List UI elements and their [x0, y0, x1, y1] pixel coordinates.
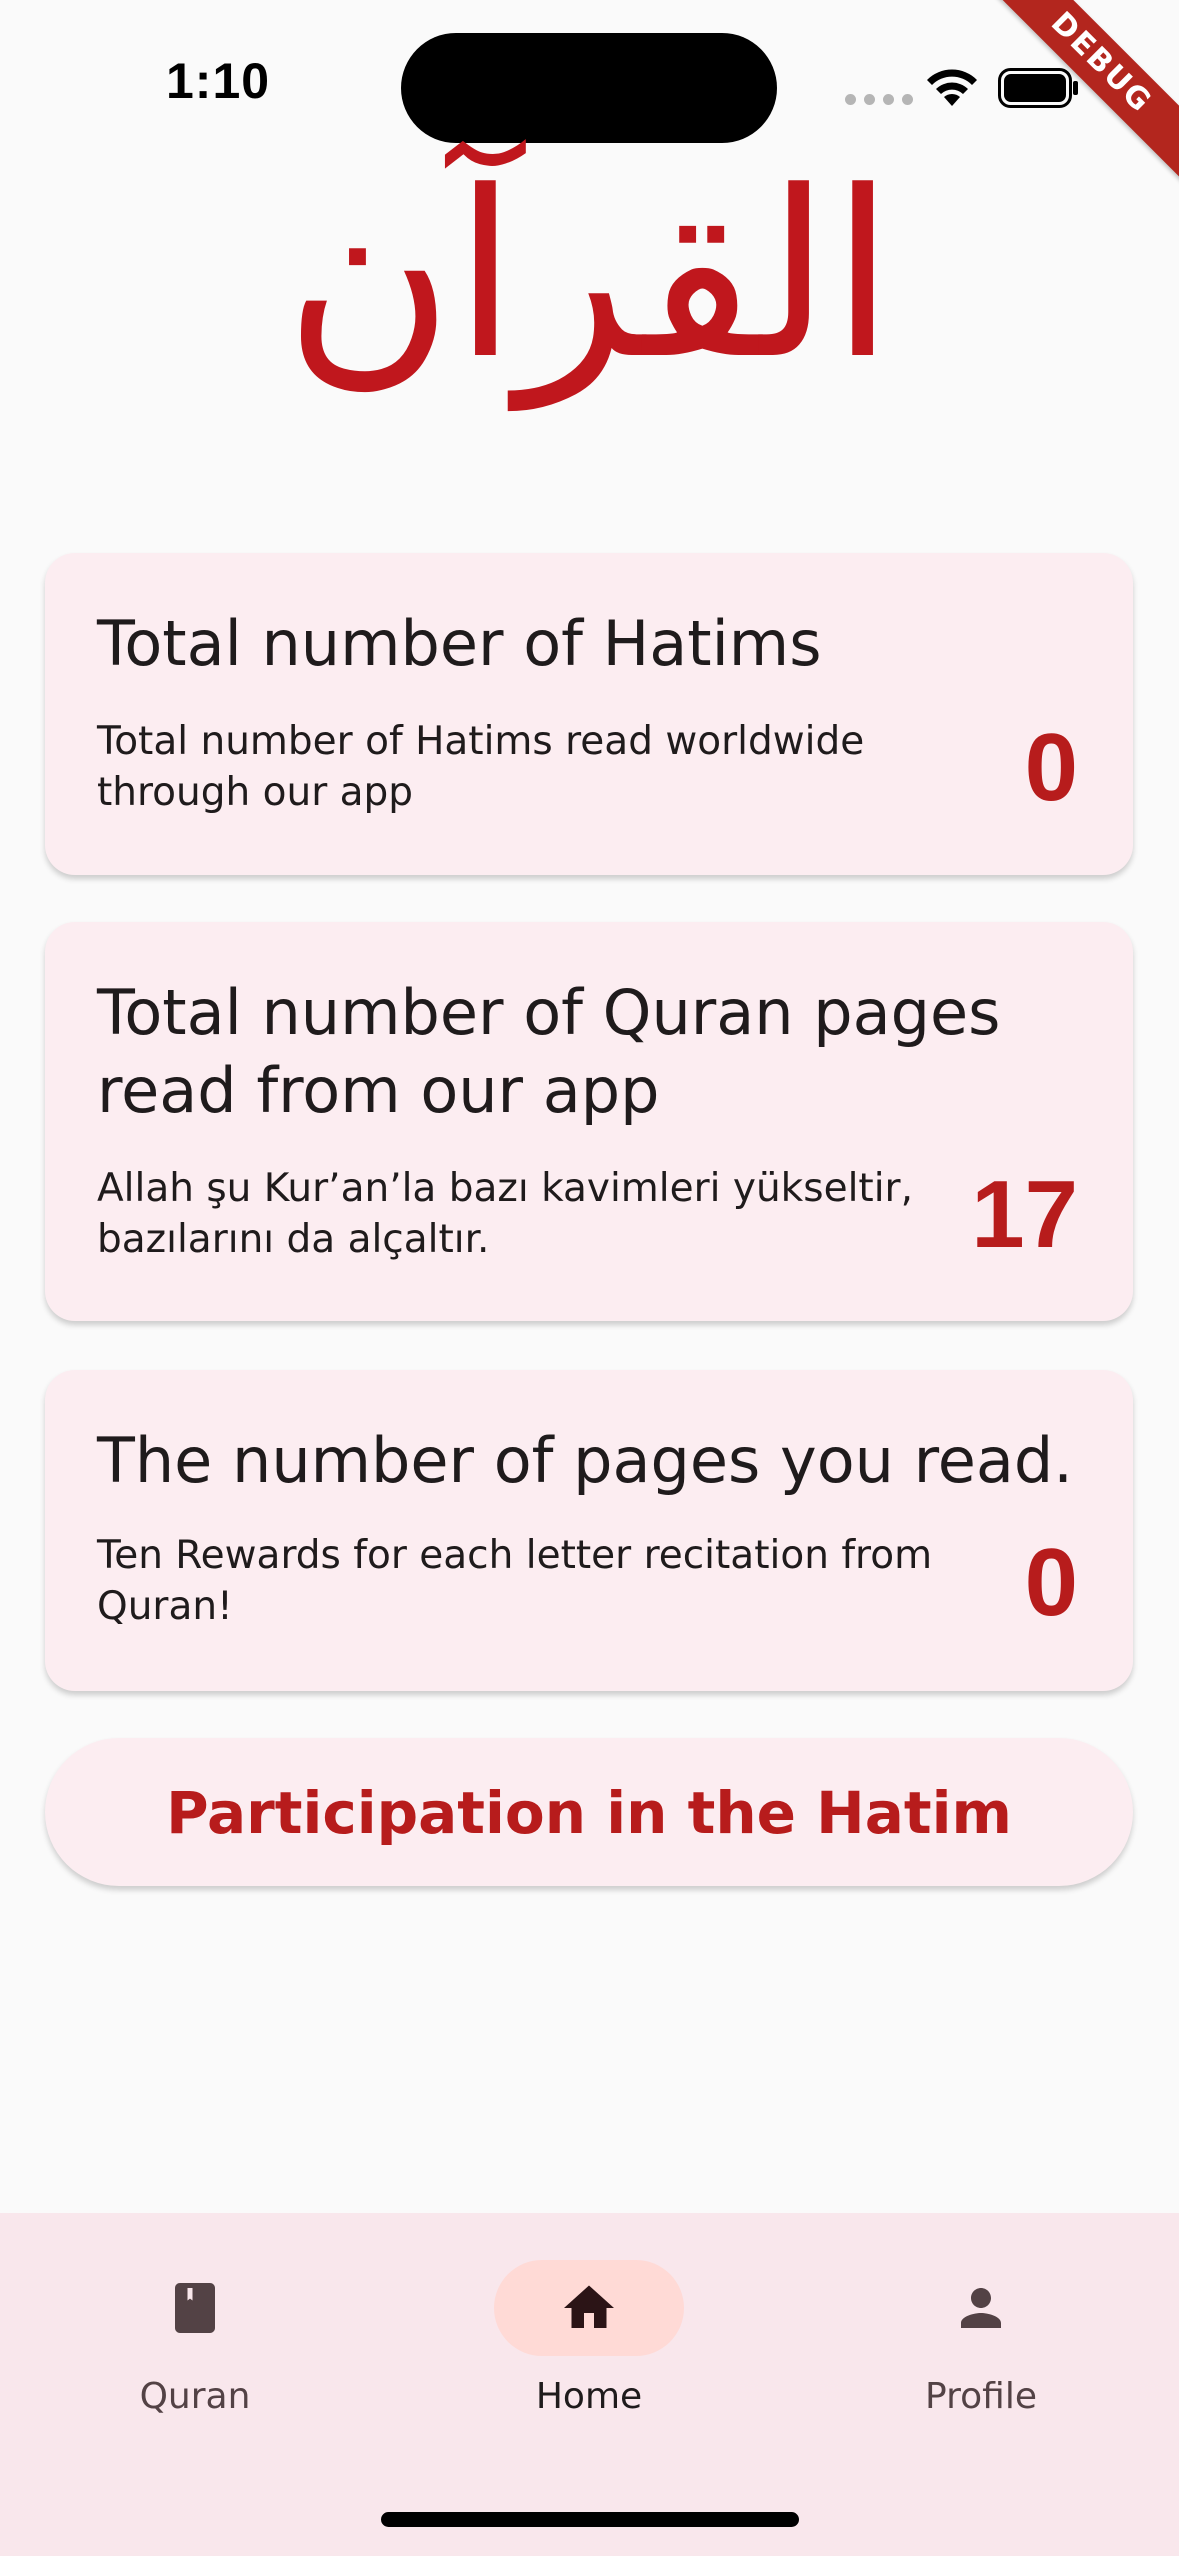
- battery-icon: [998, 68, 1078, 108]
- card-title: Total number of Quran pages read from ou…: [97, 976, 1001, 1127]
- book-icon: [175, 2283, 215, 2333]
- your-pages-card: The number of pages you read. Ten Reward…: [45, 1370, 1133, 1691]
- card-description: Ten Rewards for each letter recitation f…: [97, 1533, 933, 1629]
- app-title: القرآن: [284, 143, 895, 410]
- nav-label: Quran: [139, 2376, 251, 2417]
- participate-hatim-button[interactable]: Participation in the Hatim: [45, 1738, 1133, 1886]
- your-pages-count: 0: [1024, 1529, 1078, 1636]
- cellular-signal-icon: [845, 94, 913, 105]
- quran-pages-count: 17: [971, 1161, 1078, 1268]
- card-description: Allah şu Kur’an’la bazı kavimleri yüksel…: [97, 1166, 913, 1262]
- wifi-icon: [927, 69, 977, 106]
- nav-item-home[interactable]: Home: [439, 2260, 739, 2420]
- nav-label: Profile: [925, 2376, 1037, 2417]
- card-title: Total number of Hatims: [97, 607, 822, 680]
- nav-item-quran[interactable]: Quran: [45, 2260, 345, 2420]
- nav-item-profile[interactable]: Profile: [831, 2260, 1131, 2420]
- card-description: Total number of Hatims read worldwide th…: [97, 719, 865, 815]
- dynamic-island: [401, 33, 777, 143]
- bottom-navigation: Quran Home Profile: [0, 2213, 1179, 2556]
- quran-pages-card: Total number of Quran pages read from ou…: [45, 922, 1133, 1321]
- person-icon: [961, 2288, 1001, 2328]
- hatims-count: 0: [1024, 714, 1078, 821]
- hatims-card: Total number of Hatims Total number of H…: [45, 553, 1133, 875]
- home-icon: [564, 2285, 614, 2328]
- card-title: The number of pages you read.: [97, 1424, 1073, 1497]
- home-indicator: [381, 2512, 799, 2527]
- nav-label: Home: [535, 2376, 643, 2417]
- status-time: 1:10: [166, 53, 271, 109]
